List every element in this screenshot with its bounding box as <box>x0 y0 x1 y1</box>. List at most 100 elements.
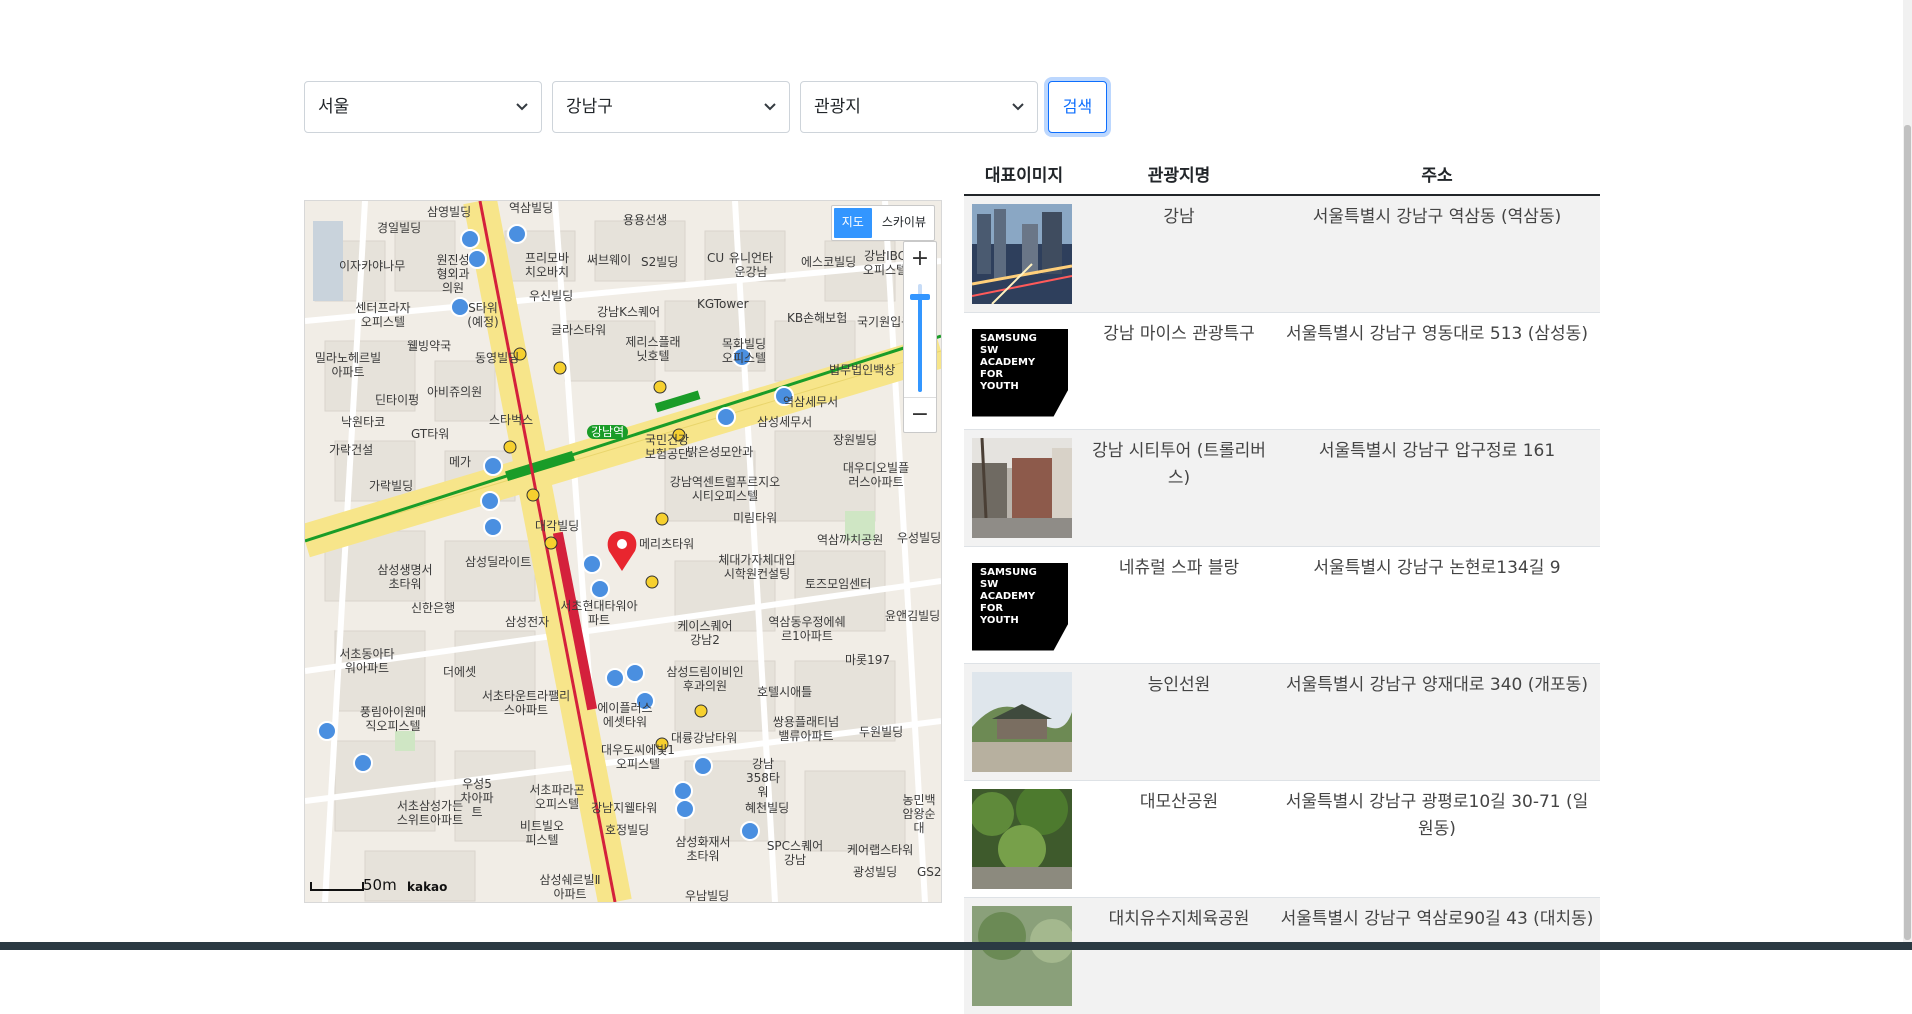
map-label: 경일빌딩 <box>377 221 422 235</box>
chevron-down-icon <box>516 103 528 111</box>
map-label: 글라스타워 <box>551 323 607 337</box>
map-label: 법무법인백상 <box>829 363 896 377</box>
attraction-name[interactable]: 강남 <box>1084 194 1274 312</box>
map-label: GT타워 <box>411 427 450 441</box>
map-label: 낙원타코 <box>341 415 386 429</box>
map-type-skyview-button[interactable]: 스카이뷰 <box>874 206 934 240</box>
logo-text: SAMSUNG SW ACADEMY FOR YOUTH <box>980 566 1037 626</box>
table-row[interactable]: 능인선원 서울특별시 강남구 양재대로 340 (개포동) <box>964 662 1600 780</box>
map-label: S2빌딩 <box>641 255 679 269</box>
table-row[interactable]: SAMSUNG SW ACADEMY FOR YOUTH 강남 마이스 관광특구… <box>964 311 1600 429</box>
map-label: 역삼세무서 <box>783 395 839 409</box>
map-label: 삼성전자 <box>505 615 550 629</box>
attraction-address: 서울특별시 강남구 역삼로90길 43 (대치동) <box>1274 896 1600 1014</box>
column-header-name: 관광지명 <box>1084 152 1274 196</box>
zoom-slider-fill <box>918 298 922 392</box>
map-label: 신한은행 <box>411 601 456 615</box>
table-row[interactable]: 대모산공원 서울특별시 강남구 광평로10길 30-71 (일원동) <box>964 779 1600 897</box>
table-row[interactable]: 강남 시티투어 (트롤리버스) 서울특별시 강남구 압구정로 161 <box>964 428 1600 546</box>
attraction-address: 서울특별시 강남구 압구정로 161 <box>1274 428 1600 546</box>
map-label: 대륭강남타워 <box>671 731 738 745</box>
map-view[interactable]: 삼영빌딩 역삼빌딩 용용선생 경일빌딩 이자카야나무 원진성형외과의원 프리모바… <box>304 200 942 903</box>
map-label: 써브웨이 <box>587 253 632 267</box>
attraction-thumbnail <box>972 671 1072 772</box>
map-label: KB손해보험 <box>787 311 848 325</box>
attraction-name[interactable]: 대치유수지체육공원 <box>1084 896 1274 1014</box>
column-header-address: 주소 <box>1274 152 1600 196</box>
map-label: CU <box>707 251 725 265</box>
scale-bar-icon <box>310 882 364 891</box>
map-label: 웰빙약국 <box>407 339 452 353</box>
map-label: 용용선생 <box>623 213 668 227</box>
map-label: 밝은성모안과 <box>687 445 754 459</box>
map-label: 스타벅스 <box>489 413 534 427</box>
os-taskbar <box>0 942 1912 950</box>
zoom-out-button[interactable]: − <box>904 397 936 432</box>
map-label: 우남빌딩 <box>685 889 730 903</box>
map-type-map-button[interactable]: 지도 <box>833 208 872 238</box>
map-label: 풍림아이원매직오피스텔 <box>359 705 427 733</box>
map-label: 강남역 <box>587 425 629 439</box>
attraction-name[interactable]: 능인선원 <box>1084 662 1274 780</box>
map-label: 삼성쉐르빌Ⅱ아파트 <box>539 873 601 901</box>
search-button[interactable]: 검색 <box>1048 81 1107 133</box>
content-type-select[interactable]: 관광지 <box>800 81 1038 133</box>
map-label: 프리모바치오바치 <box>524 251 570 279</box>
map-label: 강남역센트럴푸르지오시티오피스텔 <box>669 475 781 503</box>
gugun-select[interactable]: 강남구 <box>552 81 790 133</box>
attraction-thumbnail <box>972 204 1072 304</box>
map-label: 이자카야나무 <box>339 259 406 273</box>
map-label: 삼성화재서초타워 <box>675 835 731 863</box>
attraction-name[interactable]: 강남 시티투어 (트롤리버스) <box>1084 428 1274 546</box>
map-label: 우성빌딩 <box>897 531 942 545</box>
results-table: 대표이미지 관광지명 주소 강남 서울특별시 강남구 역삼동 (역삼동) SAM… <box>964 152 1600 1014</box>
map-label: 제리스플래닛호텔 <box>625 335 681 363</box>
attraction-address: 서울특별시 강남구 양재대로 340 (개포동) <box>1274 662 1600 780</box>
map-label: 호정빌딩 <box>605 823 650 837</box>
zoom-slider-handle[interactable] <box>910 294 930 300</box>
map-label: 센터프라자오피스텔 <box>355 301 411 329</box>
table-row[interactable]: 강남 서울특별시 강남구 역삼동 (역삼동) <box>964 194 1600 312</box>
map-label: 삼성딜라이트 <box>465 555 532 569</box>
map-label: 삼성세무서 <box>757 415 813 429</box>
map-label: 서초삼성가든스위트아파트 <box>396 799 464 827</box>
map-label: 케어랩스타워 <box>847 843 914 857</box>
map-label: 대우도씨에빛1오피스텔 <box>601 743 675 771</box>
map-label: 딘타이펑 <box>375 393 420 407</box>
map-label: S타워(예정) <box>467 301 499 329</box>
kakao-logo: kakao <box>407 880 448 894</box>
map-label: 토즈모임센터 <box>805 577 872 591</box>
map-label: 우신빌딩 <box>529 289 574 303</box>
map-label: 서초파라곤오피스텔 <box>529 783 585 811</box>
sido-select[interactable]: 서울 <box>304 81 542 133</box>
content-type-select-value: 관광지 <box>814 97 861 117</box>
samsung-sw-academy-logo: SAMSUNG SW ACADEMY FOR YOUTH <box>972 554 1072 655</box>
map-label: 호텔시애틀 <box>757 685 813 699</box>
attraction-name[interactable]: 대모산공원 <box>1084 779 1274 897</box>
logo-text: SAMSUNG SW ACADEMY FOR YOUTH <box>980 332 1037 392</box>
map-label: 메가 <box>449 455 472 469</box>
map-label: 강남지웰타워 <box>591 801 658 815</box>
attraction-address: 서울특별시 강남구 논현로134길 9 <box>1274 545 1600 663</box>
map-type-control: 지도 스카이뷰 <box>830 205 935 241</box>
map-label: 목화빌딩오피스텔 <box>721 337 767 365</box>
map-label: 역삼동우정에쉐르1아파트 <box>768 615 846 643</box>
table-row[interactable]: SAMSUNG SW ACADEMY FOR YOUTH 네츄럴 스파 블랑 서… <box>964 545 1600 663</box>
attraction-thumbnail <box>972 905 1072 1006</box>
zoom-in-button[interactable]: + <box>904 242 936 276</box>
chevron-down-icon <box>764 103 776 111</box>
map-label: 밀라노헤르빌아파트 <box>314 351 382 379</box>
table-header-row: 대표이미지 관광지명 주소 <box>964 152 1600 196</box>
table-row[interactable]: 대치유수지체육공원 서울특별시 강남구 역삼로90길 43 (대치동) <box>964 896 1600 1014</box>
map-label: 서초동아타워아파트 <box>339 647 395 675</box>
page-scrollbar-thumb[interactable] <box>1904 125 1911 940</box>
map-label: 대우디오빌플러스아파트 <box>842 461 910 489</box>
map-label: 아비쥬의원 <box>427 385 483 399</box>
attraction-name[interactable]: 강남 마이스 관광특구 <box>1084 311 1274 429</box>
map-label: 미림타워 <box>733 511 778 525</box>
attraction-name[interactable]: 네츄럴 스파 블랑 <box>1084 545 1274 663</box>
map-label: 삼영빌딩 <box>427 205 472 219</box>
map-label: 쌍용플래티넘밸류아파트 <box>772 715 840 743</box>
map-label: 비트빌오피스텔 <box>519 819 565 847</box>
map-label: 삼성생명서초타워 <box>377 563 433 591</box>
